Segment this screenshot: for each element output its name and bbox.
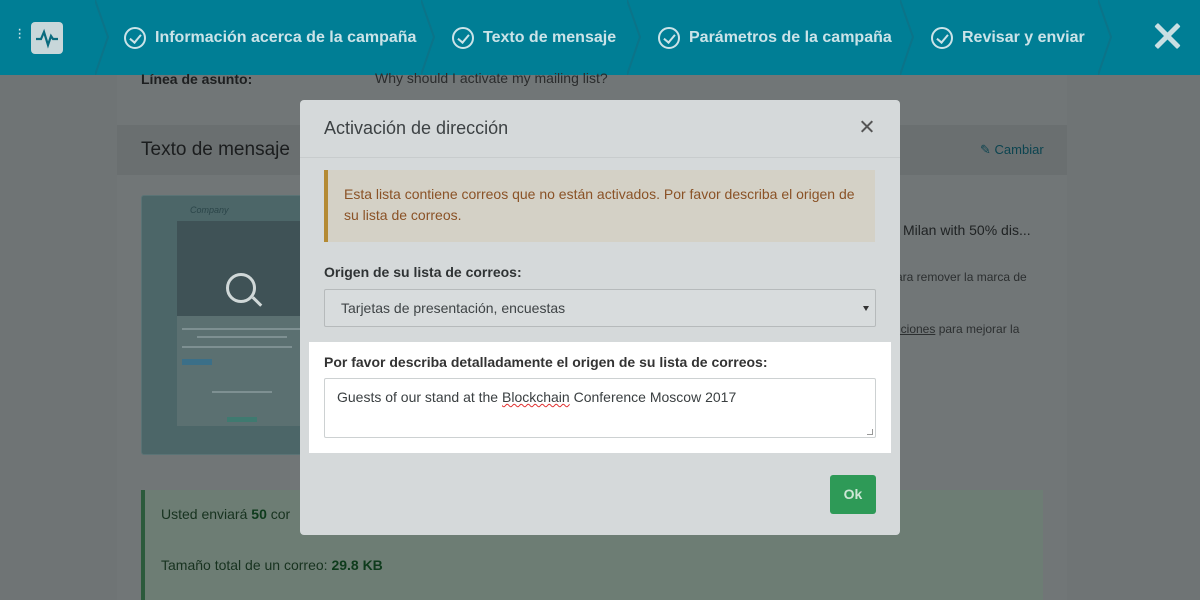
email-preview-thumbnail[interactable]: Company xyxy=(141,195,307,455)
preview-footer-button xyxy=(227,417,257,422)
change-link-label: Cambiar xyxy=(994,142,1044,157)
caret-down-icon xyxy=(863,306,869,311)
check-circle-icon xyxy=(658,26,680,49)
info-text-1: ara remover la marca de xyxy=(896,270,1027,284)
check-circle-icon xyxy=(124,26,146,49)
email-size-label: Tamaño total de un correo: xyxy=(161,557,332,573)
magnifier-icon[interactable] xyxy=(226,273,256,303)
send-count-prefix: Usted enviará xyxy=(161,506,252,522)
resize-grip-icon[interactable] xyxy=(867,429,873,435)
email-size-text: Tamaño total de un correo: 29.8 KB xyxy=(161,557,383,573)
pencil-icon: ✎ xyxy=(980,142,991,157)
preview-text-line xyxy=(197,336,287,338)
close-wizard-icon[interactable] xyxy=(1150,19,1184,53)
modal-divider xyxy=(300,157,900,158)
step-separator xyxy=(1098,0,1112,75)
send-count-text: Usted enviará 50 cor xyxy=(161,506,290,522)
email-size-value: 29.8 KB xyxy=(331,557,383,573)
origin-selected-value: Tarjetas de presentación, encuestas xyxy=(341,300,566,316)
textarea-text-part: Conference Moscow 2017 xyxy=(569,389,737,405)
step-label: Parámetros de la campaña xyxy=(689,28,892,46)
preview-social-row xyxy=(212,391,272,393)
step-separator xyxy=(421,0,435,75)
describe-origin-group: Por favor describa detalladamente el ori… xyxy=(309,342,891,453)
info-link[interactable]: iciones xyxy=(898,322,935,336)
step-label: Información acerca de la campaña xyxy=(155,28,417,46)
step-label: Revisar y enviar xyxy=(962,28,1085,46)
info-text-rest: para mejorar la xyxy=(935,322,1020,336)
send-count-suffix: cor xyxy=(266,506,291,522)
address-activation-modal: Activación de dirección Esta lista conti… xyxy=(300,100,900,535)
check-circle-icon xyxy=(452,26,474,49)
describe-origin-textarea[interactable]: Guests of our stand at the Blockchain Co… xyxy=(324,378,876,438)
subject-value: Why should I activate my mailing list? xyxy=(375,70,608,86)
preheader-text: Milan with 50% dis... xyxy=(903,222,1031,238)
step-separator xyxy=(900,0,914,75)
wizard-bar: · · · Información acerca de la campaña Tex… xyxy=(0,0,1200,75)
preview-body xyxy=(177,316,307,426)
step-campaign-info[interactable]: Información acerca de la campaña xyxy=(124,0,416,75)
preview-text-line xyxy=(182,328,302,330)
step-separator xyxy=(95,0,109,75)
menu-dots-icon[interactable]: · · · xyxy=(17,22,22,46)
textarea-text-part: Guests of our stand at the xyxy=(337,389,502,405)
modal-title: Activación de dirección xyxy=(324,118,509,138)
ok-button[interactable]: Ok xyxy=(830,475,876,514)
preview-brand: Company xyxy=(190,205,229,215)
origin-select[interactable]: Tarjetas de presentación, encuestas xyxy=(324,289,876,327)
step-review-send[interactable]: Revisar y enviar xyxy=(931,0,1085,75)
change-link[interactable]: ✎ Cambiar xyxy=(980,142,1044,158)
warning-alert: Esta lista contiene correos que no están… xyxy=(324,170,875,242)
check-circle-icon xyxy=(931,26,953,49)
send-count-value: 50 xyxy=(251,506,267,522)
step-label: Texto de mensaje xyxy=(483,28,617,46)
describe-origin-label: Por favor describa detalladamente el ori… xyxy=(324,354,768,370)
info-text-2: iciones para mejorar la xyxy=(898,322,1019,336)
step-campaign-params[interactable]: Parámetros de la campaña xyxy=(658,0,892,75)
preview-button xyxy=(182,359,212,365)
preview-text-line xyxy=(182,346,292,348)
pulse-logo-icon[interactable] xyxy=(31,22,63,54)
textarea-misspelled-word: Blockchain xyxy=(502,389,570,405)
origin-label: Origen de su lista de correos: xyxy=(324,264,522,280)
close-icon[interactable] xyxy=(857,117,877,137)
step-message-text[interactable]: Texto de mensaje xyxy=(452,0,616,75)
step-separator xyxy=(627,0,641,75)
section-title: Texto de mensaje xyxy=(141,139,290,160)
subject-label: Línea de asunto: xyxy=(141,71,253,87)
